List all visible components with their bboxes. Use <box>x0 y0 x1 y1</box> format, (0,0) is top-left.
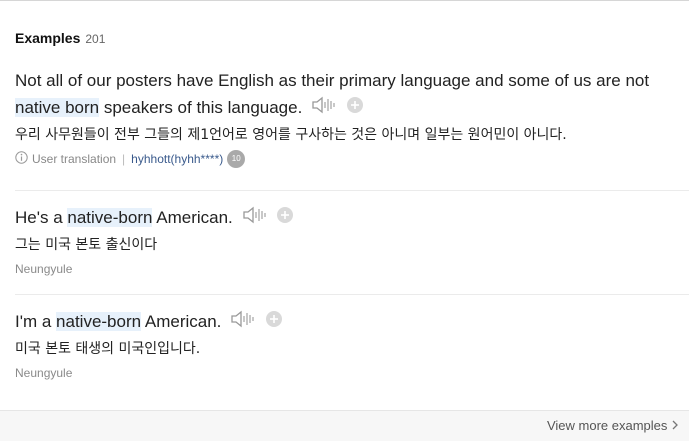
chevron-right-icon <box>671 418 679 433</box>
example-english: Not all of our posters have English as t… <box>15 67 689 123</box>
highlighted-term[interactable]: native-born <box>67 208 153 227</box>
examples-header: Examples 201 <box>15 30 105 46</box>
example-english: He's a native-born American. <box>15 204 689 233</box>
info-circle-icon <box>15 150 28 167</box>
speaker-icon[interactable] <box>230 309 256 337</box>
examples-footer: View more examples <box>0 410 689 441</box>
example-source: Neungyule <box>15 365 73 380</box>
examples-title: Examples <box>15 30 81 46</box>
plus-circle-icon[interactable] <box>265 309 283 336</box>
example-english: I'm a native-born American. <box>15 308 689 337</box>
view-more-examples-link[interactable]: View more examples <box>547 418 679 433</box>
translator-link[interactable]: hyhhott(hyhh****) <box>131 152 223 166</box>
speaker-icon[interactable] <box>311 95 337 123</box>
example-korean: 우리 사무원들이 전부 그들의 제1언어로 영어를 구사하는 것은 아니며 일부… <box>15 126 567 143</box>
example-korean: 미국 본토 태생의 미국인입니다. <box>15 340 201 357</box>
example-item: He's a native-born American. 그는 미국 본토 출신… <box>15 204 689 276</box>
plus-circle-icon[interactable] <box>276 205 294 232</box>
example-item: I'm a native-born American. 미국 본토 태생의 미국… <box>15 308 689 380</box>
example-item: Not all of our posters have English as t… <box>15 67 689 168</box>
examples-count: 201 <box>85 32 106 46</box>
highlighted-term[interactable]: native-born <box>56 312 142 331</box>
example-source: Neungyule <box>15 261 73 276</box>
level-badge: 10 <box>227 149 246 168</box>
top-border <box>0 0 689 1</box>
speaker-icon[interactable] <box>242 205 268 233</box>
divider <box>15 294 689 295</box>
highlighted-term[interactable]: native born <box>15 98 100 117</box>
example-korean: 그는 미국 본토 출신이다 <box>15 236 158 253</box>
plus-circle-icon[interactable] <box>346 95 364 122</box>
separator: | <box>122 151 126 166</box>
user-translation-label: User translation <box>32 151 117 166</box>
divider <box>15 190 689 191</box>
translation-meta: User translation | hyhhott(hyhh****) 10 <box>15 149 689 168</box>
